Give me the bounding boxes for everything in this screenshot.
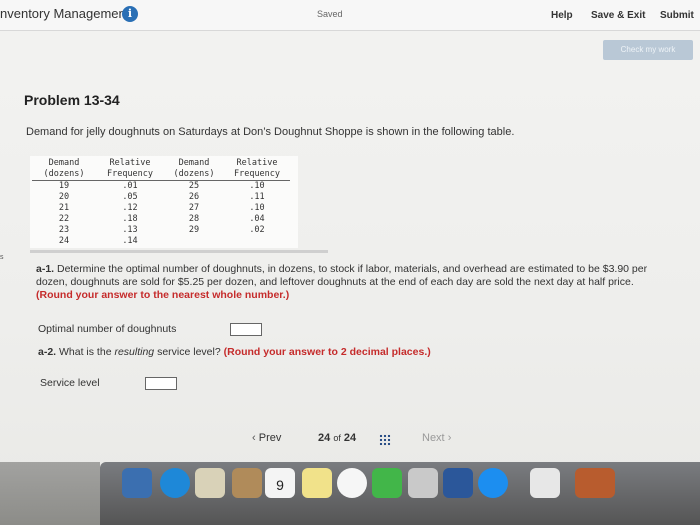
info-icon[interactable]: i: [122, 6, 138, 22]
top-bar: nventory Management i Saved Help Save & …: [0, 0, 700, 31]
next-button[interactable]: Next ›: [422, 432, 451, 444]
grid-icon[interactable]: [379, 434, 391, 446]
table-row: 23.13 29.02: [58, 225, 265, 235]
col-header: Relative Frequency: [96, 158, 164, 181]
facetime-icon[interactable]: [372, 468, 402, 498]
save-exit-button[interactable]: Save & Exit: [591, 10, 645, 21]
optimal-number-input[interactable]: [230, 323, 262, 336]
rounding-note: (Round your answer to 2 decimal places.): [223, 346, 431, 358]
calendar-icon[interactable]: 9: [265, 468, 295, 498]
demand-frequency-table: Demand (dozens) Relative Frequency Demand(…: [32, 158, 290, 247]
chevron-right-icon: ›: [447, 432, 452, 444]
service-level-input[interactable]: [145, 377, 177, 390]
submit-button[interactable]: Submit: [660, 10, 694, 21]
word-icon[interactable]: [443, 468, 473, 498]
col-header: Relative Frequency: [224, 158, 290, 181]
side-marker: s: [0, 254, 4, 261]
service-level-label: Service level: [40, 377, 100, 389]
photo-booth-icon[interactable]: [408, 468, 438, 498]
desktop-thumbnail-icon[interactable]: [575, 468, 615, 498]
optimal-label: Optimal number of doughnuts: [38, 323, 177, 335]
page-indicator: 24 of 24: [318, 432, 357, 444]
demand-table: Demand (dozens) Relative Frequency Demand(…: [30, 156, 298, 248]
safari-icon[interactable]: [160, 468, 190, 498]
notes-folder-icon[interactable]: [232, 468, 262, 498]
check-my-work-button[interactable]: Check my work: [603, 40, 693, 60]
question-a2: a-2. What is the resulting service level…: [38, 346, 431, 358]
app-store-icon[interactable]: [478, 468, 508, 498]
photos-icon[interactable]: [337, 468, 367, 498]
table-row: 24.14: [58, 236, 138, 246]
chevron-left-icon: ‹: [252, 432, 256, 444]
preview-icon[interactable]: [195, 468, 225, 498]
section-divider: [30, 250, 328, 253]
question-label: a-1.: [36, 263, 55, 275]
problem-description: Demand for jelly doughnuts on Saturdays …: [26, 126, 515, 138]
prev-button[interactable]: ‹ Prev: [252, 432, 281, 444]
app-title: nventory Management: [0, 6, 130, 21]
col-header: Demand (dozens): [32, 158, 96, 181]
stickies-icon[interactable]: [302, 468, 332, 498]
table-row: 19.01 25.10: [58, 181, 265, 191]
problem-title: Problem 13-34: [24, 92, 120, 108]
question-a1: a-1. Determine the optimal number of dou…: [36, 263, 648, 301]
col-header: Demand (dozens): [164, 158, 224, 181]
saved-status: Saved: [317, 9, 343, 19]
rounding-note: (Round your answer to the nearest whole …: [36, 289, 290, 301]
table-row: 20.05 26.11: [58, 192, 265, 202]
desktop-background: [0, 462, 100, 525]
help-button[interactable]: Help: [551, 10, 573, 21]
table-row: 21.12 27.10: [58, 203, 265, 213]
table-row: 22.18 28.04: [58, 214, 265, 224]
finder-icon[interactable]: [122, 468, 152, 498]
trash-icon[interactable]: [530, 468, 560, 498]
